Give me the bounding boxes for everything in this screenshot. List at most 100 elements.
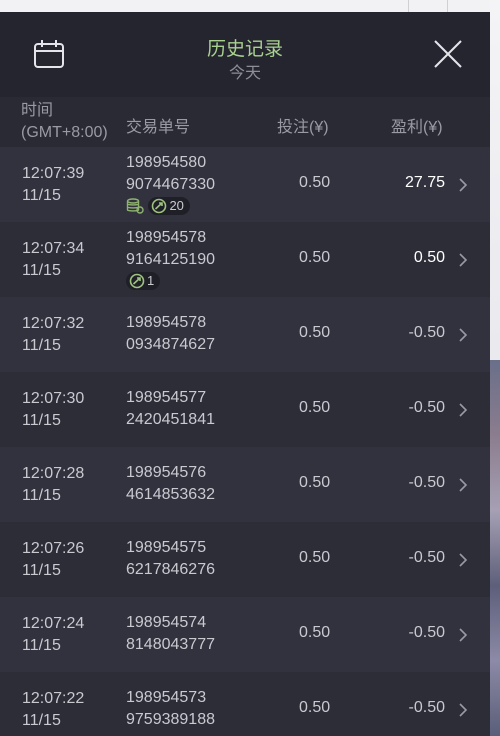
chevron-right-icon — [458, 552, 468, 568]
row-date-value: 11/15 — [22, 262, 61, 279]
row-bet: 0.50 — [299, 474, 331, 491]
row-order-part2: 9074467330 — [126, 176, 215, 193]
history-row[interactable]: 12:07:39 11/15 198954580 9074467330 20 0… — [0, 147, 490, 222]
column-time-label: 时间 — [21, 102, 54, 119]
column-header: 时间 (GMT+8:00) 交易单号 投注(¥) 盈利(¥) — [0, 97, 490, 147]
row-order-part1: 198954574 — [126, 614, 207, 631]
row-time-value: 12:07:30 — [22, 390, 85, 407]
history-row[interactable]: 12:07:32 11/15 198954578 0934874627 0.50… — [0, 297, 490, 372]
row-profit: -0.50 — [408, 624, 445, 641]
row-badges: 1 — [126, 272, 161, 292]
row-order-part2: 4614853632 — [126, 486, 215, 503]
row-date-value: 11/15 — [22, 487, 61, 504]
row-time: 12:07:39 11/15 — [22, 163, 84, 207]
history-row[interactable]: 12:07:22 11/15 198954573 9759389188 0.50… — [0, 672, 490, 736]
row-date-value: 11/15 — [22, 337, 61, 354]
row-badges: 20 — [126, 197, 190, 217]
row-order-part2: 8148043777 — [126, 636, 215, 653]
row-profit: 27.75 — [404, 174, 445, 191]
history-row[interactable]: 12:07:24 11/15 198954574 8148043777 0.50… — [0, 597, 490, 672]
row-time: 12:07:24 11/15 — [22, 613, 84, 657]
free-spin-badge: 1 — [126, 272, 161, 290]
row-bet: 0.50 — [299, 549, 331, 566]
row-order: 198954577 2420451841 — [126, 387, 215, 431]
row-time-value: 12:07:32 — [22, 315, 85, 332]
page-title: 历史记录 — [206, 39, 283, 60]
column-time: 时间 (GMT+8:00) — [21, 100, 108, 144]
coins-icon — [126, 197, 144, 215]
row-date-value: 11/15 — [22, 187, 61, 204]
row-order-part2: 9759389188 — [126, 711, 215, 728]
divider — [447, 0, 448, 12]
row-bet: 0.50 — [299, 249, 331, 266]
background-image — [490, 360, 500, 736]
column-profit: 盈利(¥) — [391, 119, 443, 136]
row-time: 12:07:26 11/15 — [22, 538, 84, 582]
row-profit: -0.50 — [408, 399, 445, 416]
row-order: 198954573 9759389188 — [126, 687, 215, 731]
chevron-right-icon — [458, 477, 468, 493]
row-profit: -0.50 — [408, 324, 445, 341]
row-time-value: 12:07:39 — [22, 165, 85, 182]
row-bet: 0.50 — [299, 324, 331, 341]
row-order-part1: 198954573 — [126, 689, 207, 706]
row-order: 198954574 8148043777 — [126, 612, 215, 656]
row-profit: -0.50 — [408, 699, 445, 716]
row-time-value: 12:07:22 — [22, 690, 85, 707]
column-bet: 投注(¥) — [277, 119, 329, 136]
divider — [408, 0, 409, 12]
row-order: 198954578 9164125190 — [126, 227, 215, 271]
row-order-part1: 198954577 — [126, 389, 207, 406]
row-order-part1: 198954575 — [126, 539, 207, 556]
page-subtitle: 今天 — [228, 65, 261, 82]
chevron-right-icon — [458, 402, 468, 418]
history-row[interactable]: 12:07:34 11/15 198954578 9164125190 1 0.… — [0, 222, 490, 297]
row-time: 12:07:32 11/15 — [22, 313, 84, 357]
row-bet: 0.50 — [299, 174, 331, 191]
row-order: 198954575 6217846276 — [126, 537, 215, 581]
row-time-value: 12:07:28 — [22, 465, 85, 482]
chevron-right-icon — [458, 327, 468, 343]
chevron-right-icon — [458, 702, 468, 718]
row-time-value: 12:07:26 — [22, 540, 85, 557]
row-time: 12:07:28 11/15 — [22, 463, 84, 507]
row-time-value: 12:07:34 — [22, 240, 85, 257]
history-list: 12:07:39 11/15 198954580 9074467330 20 0… — [0, 147, 490, 736]
row-order-part2: 6217846276 — [126, 561, 215, 578]
row-order-part2: 2420451841 — [126, 411, 215, 428]
row-profit: -0.50 — [408, 549, 445, 566]
row-date-value: 11/15 — [22, 562, 61, 579]
chevron-right-icon — [458, 177, 468, 193]
row-order-part1: 198954580 — [126, 154, 207, 171]
history-row[interactable]: 12:07:30 11/15 198954577 2420451841 0.50… — [0, 372, 490, 447]
row-order: 198954578 0934874627 — [126, 312, 215, 356]
row-profit: -0.50 — [408, 474, 445, 491]
row-bet: 0.50 — [299, 699, 331, 716]
column-order: 交易单号 — [126, 119, 191, 136]
row-order-part2: 9164125190 — [126, 251, 215, 268]
row-order-part1: 198954578 — [126, 229, 207, 246]
row-time: 12:07:30 11/15 — [22, 388, 84, 432]
close-icon[interactable] — [432, 38, 464, 70]
badge-count: 1 — [147, 273, 155, 289]
row-date-value: 11/15 — [22, 412, 61, 429]
background-page — [490, 0, 500, 360]
row-time: 12:07:22 11/15 — [22, 688, 84, 732]
row-bet: 0.50 — [299, 399, 331, 416]
panel-header: 历史记录 今天 — [0, 12, 490, 97]
row-date-value: 11/15 — [22, 712, 61, 729]
history-panel: 历史记录 今天 时间 (GMT+8:00) 交易单号 投注(¥) 盈利(¥) 1… — [0, 12, 490, 736]
row-time-value: 12:07:24 — [22, 615, 85, 632]
row-order-part1: 198954578 — [126, 314, 207, 331]
row-order-part2: 0934874627 — [126, 336, 215, 353]
row-order: 198954580 9074467330 — [126, 152, 215, 196]
ball-icon — [129, 273, 145, 289]
history-row[interactable]: 12:07:28 11/15 198954576 4614853632 0.50… — [0, 447, 490, 522]
row-time: 12:07:34 11/15 — [22, 238, 84, 282]
row-bet: 0.50 — [299, 624, 331, 641]
history-row[interactable]: 12:07:26 11/15 198954575 6217846276 0.50… — [0, 522, 490, 597]
free-spin-badge: 20 — [148, 197, 190, 215]
row-order: 198954576 4614853632 — [126, 462, 215, 506]
badge-count: 20 — [169, 198, 184, 214]
ball-icon — [151, 198, 167, 214]
